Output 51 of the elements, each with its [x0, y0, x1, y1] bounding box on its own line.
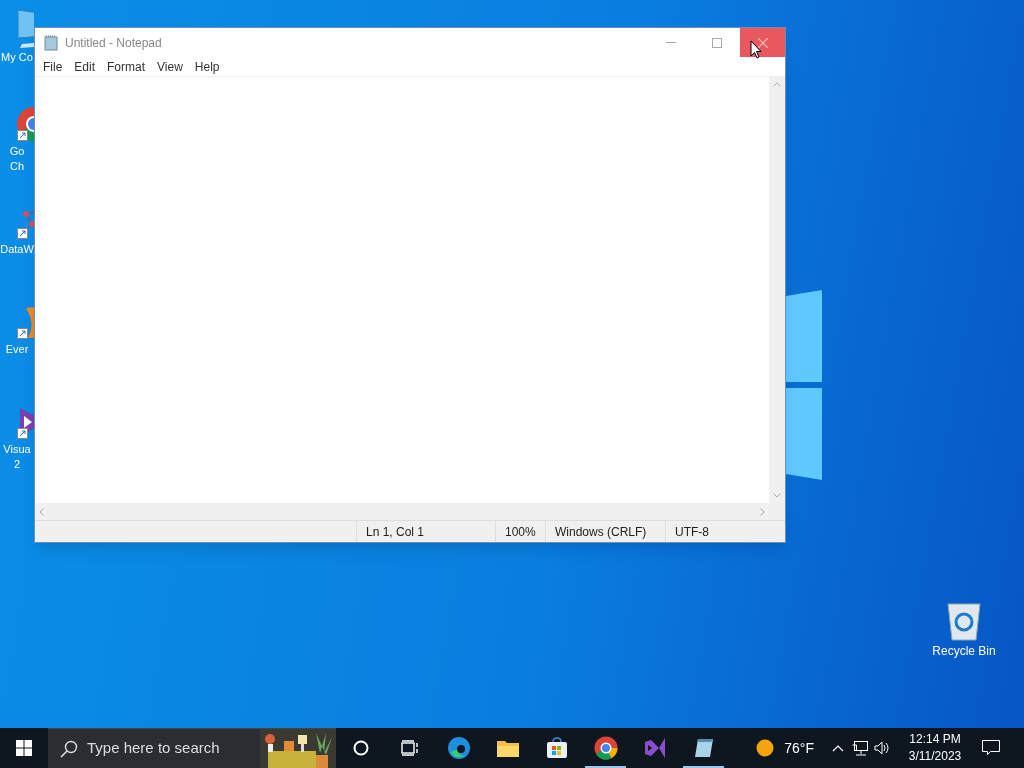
icon-label: Visua 2 [3, 442, 31, 472]
chrome-icon [593, 736, 618, 760]
edge-icon [446, 736, 471, 760]
scroll-up-icon [773, 82, 781, 87]
shopping-bag-icon [545, 737, 568, 759]
maximize-icon [712, 37, 722, 48]
menu-item[interactable]: Help [188, 57, 226, 76]
menu-item[interactable]: Edit [68, 57, 102, 76]
menu-item[interactable]: Format [101, 57, 152, 76]
status-text: UTF-8 [665, 521, 785, 542]
scroll-right-icon [760, 507, 765, 516]
windows-logo-icon [16, 740, 32, 756]
visual-studio-icon [642, 736, 667, 760]
menu-item[interactable]: File [37, 57, 69, 76]
icon-label: Ever [5, 342, 29, 357]
icon-label: My Co [1, 50, 33, 65]
folder-icon [495, 738, 520, 758]
sun-icon [756, 739, 775, 757]
window-title: Untitled - Notepad [65, 34, 162, 52]
search-icon [60, 739, 78, 758]
task-view-icon [400, 740, 419, 756]
horizontal-scrollbar[interactable] [35, 503, 769, 520]
notification-icon[interactable] [982, 740, 1000, 756]
monitor-icon[interactable] [16, 8, 34, 48]
notepad-icon [44, 34, 58, 51]
scroll-left-icon [39, 507, 44, 516]
status-text: Windows (CRLF) [545, 521, 665, 542]
clock-date: 3/11/2023 [908, 748, 962, 765]
cortana-icon [352, 740, 369, 756]
search-box[interactable]: Type here to search [48, 728, 336, 768]
icon-label: Recycle Bin [932, 644, 996, 659]
icon-label: DataW [0, 242, 34, 257]
status-text: Ln 1, Col 1 [356, 521, 495, 542]
scroll-down-icon [773, 493, 781, 498]
close-icon [757, 37, 768, 48]
network-icon[interactable] [852, 740, 868, 756]
status-text: 100% [495, 521, 545, 542]
menu-item[interactable]: View [151, 57, 189, 76]
vertical-scrollbar[interactable] [769, 77, 785, 503]
volume-icon[interactable] [874, 741, 890, 755]
clock[interactable]: 12:14 PM 3/11/2023 [900, 731, 970, 765]
chevron-up-icon[interactable] [832, 744, 844, 752]
close-button[interactable] [740, 28, 785, 57]
cursor-icon [750, 40, 762, 60]
icon-label: Go Ch [9, 144, 25, 174]
notepad-icon [692, 737, 715, 759]
clock-time: 12:14 PM [909, 731, 961, 748]
weather-temperature[interactable]: 76°F [784, 737, 814, 759]
search-placeholder: Type here to search [87, 738, 220, 759]
minimize-icon [666, 42, 676, 43]
recycle-bin-icon[interactable] [945, 600, 983, 642]
